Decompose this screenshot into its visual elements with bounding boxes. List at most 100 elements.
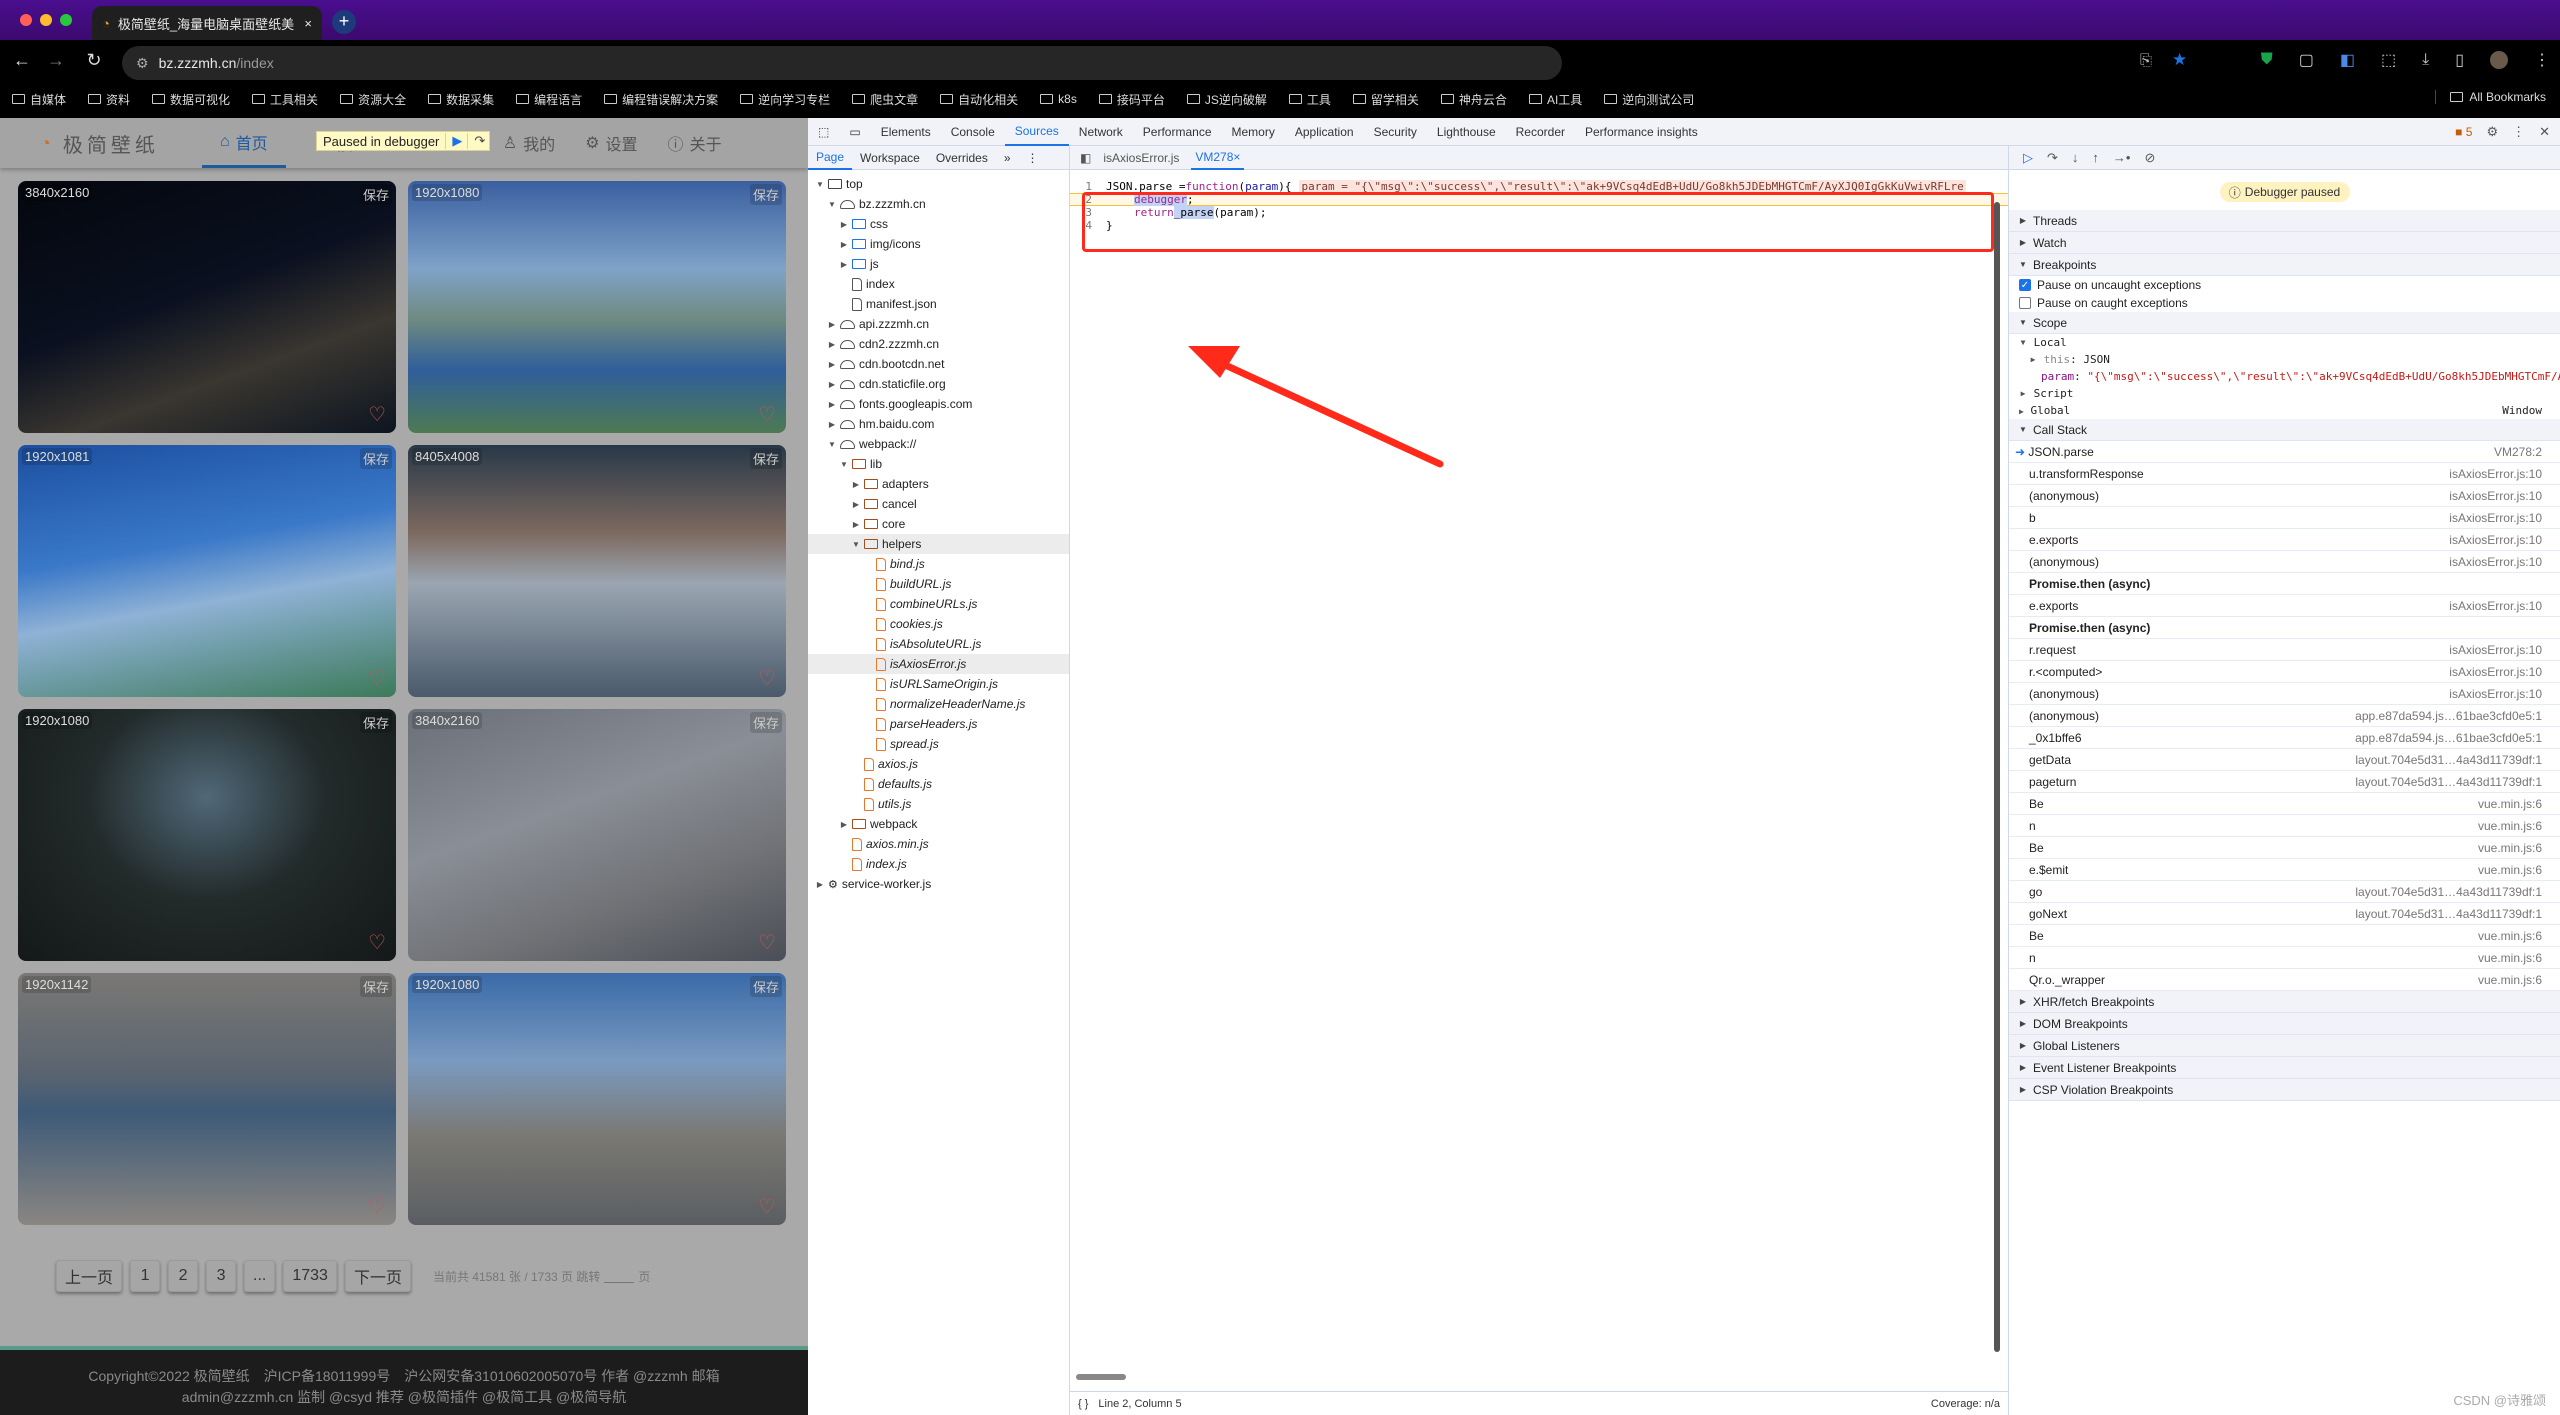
call-frame[interactable]: n vue.min.js:6: [2009, 947, 2560, 969]
tree-item[interactable]: ▼ bz.zzzmh.cn: [808, 194, 1069, 214]
pause-caught-checkbox[interactable]: Pause on caught exceptions: [2009, 294, 2560, 312]
resume-icon[interactable]: ▷: [2023, 150, 2033, 166]
bookmark-folder[interactable]: 逆向测试公司: [1604, 91, 1694, 108]
bookmark-folder[interactable]: 自媒体: [12, 91, 66, 108]
step-out-icon[interactable]: ↑: [2092, 150, 2099, 165]
call-frame[interactable]: (anonymous) isAxiosError.js:10: [2009, 551, 2560, 573]
tree-item[interactable]: ▶ css: [808, 214, 1069, 234]
close-devtools-icon[interactable]: ✕: [2539, 124, 2550, 140]
tree-item[interactable]: axios.js: [808, 754, 1069, 774]
call-frame[interactable]: go layout.704e5d31…4a43d11739df:1: [2009, 881, 2560, 903]
wallpaper-card[interactable]: 1920x1080 保存 ♡: [408, 181, 786, 433]
scope-param[interactable]: param: "{\"msg\":\"success\",\"result\":…: [2009, 368, 2560, 385]
expanded-arrow-icon[interactable]: ▼: [816, 180, 824, 189]
watch-section[interactable]: ▶ Watch: [2009, 232, 2560, 254]
bookmark-folder[interactable]: JS逆向破解: [1186, 91, 1267, 108]
favorite-heart-icon[interactable]: ♡: [758, 1194, 776, 1219]
page-button[interactable]: ...: [244, 1260, 276, 1292]
collapsed-arrow-icon[interactable]: ▶: [852, 480, 860, 489]
browser-tab[interactable]: ◔ 极简壁纸_海量电脑桌面壁纸美 ×: [92, 6, 322, 40]
settings-gear-icon[interactable]: ⚙: [2486, 124, 2498, 140]
more-tabs-icon[interactable]: »: [996, 146, 1019, 170]
bookmark-folder[interactable]: 逆向学习专栏: [740, 91, 830, 108]
collapsed-arrow-icon[interactable]: ▶: [840, 240, 848, 249]
expanded-arrow-icon[interactable]: ▼: [852, 540, 860, 549]
call-frame[interactable]: e.exports isAxiosError.js:10: [2009, 595, 2560, 617]
site-logo[interactable]: ◔ 极简壁纸: [40, 129, 190, 158]
tree-item[interactable]: normalizeHeaderName.js: [808, 694, 1069, 714]
tree-item[interactable]: ▶ api.zzzmh.cn: [808, 314, 1069, 334]
wallpaper-card[interactable]: 3840x2160 保存 ♡: [408, 709, 786, 961]
downloads-icon[interactable]: ⤓: [2422, 51, 2429, 69]
tree-item[interactable]: buildURL.js: [808, 574, 1069, 594]
bookmark-folder[interactable]: k8s: [1040, 92, 1077, 106]
extensions-puzzle-icon[interactable]: ⬚: [2381, 50, 2396, 70]
call-frame[interactable]: goNext layout.704e5d31…4a43d11739df:1: [2009, 903, 2560, 925]
scope-section[interactable]: ▼ Scope: [2009, 312, 2560, 334]
tree-item[interactable]: ▼ lib: [808, 454, 1069, 474]
tree-item[interactable]: isAxiosError.js: [808, 654, 1069, 674]
call-frame[interactable]: b isAxiosError.js:10: [2009, 507, 2560, 529]
call-frame[interactable]: Be vue.min.js:6: [2009, 837, 2560, 859]
bookmark-folder[interactable]: 爬虫文章: [852, 91, 918, 108]
pause-uncaught-checkbox[interactable]: ✓ Pause on uncaught exceptions: [2009, 276, 2560, 294]
favorite-heart-icon[interactable]: ♡: [758, 666, 776, 691]
bookmark-folder[interactable]: 工具相关: [252, 91, 318, 108]
expanded-arrow-icon[interactable]: ▼: [828, 200, 836, 209]
next-page-button[interactable]: 下一页: [344, 1260, 411, 1292]
wallpaper-card[interactable]: 1920x1081 保存 ♡: [18, 445, 396, 697]
prev-page-button[interactable]: 上一页: [56, 1260, 123, 1292]
collapsed-arrow-icon[interactable]: ▶: [828, 320, 836, 329]
bookmark-folder[interactable]: 数据可视化: [152, 91, 230, 108]
tree-item[interactable]: axios.min.js: [808, 834, 1069, 854]
bookmark-folder[interactable]: 编程错误解决方案: [604, 91, 718, 108]
save-button[interactable]: 保存: [749, 448, 782, 469]
bookmark-folder[interactable]: 资料: [88, 91, 130, 108]
collapsed-arrow-icon[interactable]: ▶: [840, 820, 848, 829]
tree-item[interactable]: ▼ helpers: [808, 534, 1069, 554]
install-app-icon[interactable]: ⎘: [2140, 52, 2152, 69]
devtools-tab-recorder[interactable]: Recorder: [1506, 118, 1575, 146]
tree-item[interactable]: ▶ core: [808, 514, 1069, 534]
breakpoints-section[interactable]: ▼ Breakpoints: [2009, 254, 2560, 276]
bookmark-folder[interactable]: 编程语言: [516, 91, 582, 108]
devtools-tab-console[interactable]: Console: [941, 118, 1005, 146]
wallpaper-card[interactable]: 1920x1080 保存 ♡: [408, 973, 786, 1225]
breakpoint-section[interactable]: ▶ Event Listener Breakpoints: [2009, 1057, 2560, 1079]
browser-menu-icon[interactable]: ⋮: [2534, 50, 2550, 70]
call-frame[interactable]: _0x1bffe6 app.e87da594.js…61bae3cfd0e5:1: [2009, 727, 2560, 749]
site-nav-4[interactable]: ⚙ 设置: [585, 118, 637, 168]
save-button[interactable]: 保存: [749, 184, 782, 205]
translate-extension-icon[interactable]: ◧: [2340, 50, 2355, 70]
step-over-icon[interactable]: ↷: [2047, 150, 2058, 166]
call-frame[interactable]: n vue.min.js:6: [2009, 815, 2560, 837]
wallpaper-card[interactable]: 8405x4008 保存 ♡: [408, 445, 786, 697]
all-bookmarks-button[interactable]: All Bookmarks: [2435, 90, 2546, 104]
scope-script[interactable]: ▶ Script: [2009, 385, 2560, 402]
tree-item[interactable]: ▼ top: [808, 174, 1069, 194]
page-button[interactable]: 2: [168, 1260, 199, 1292]
tree-item[interactable]: cookies.js: [808, 614, 1069, 634]
wallpaper-card[interactable]: 1920x1080 保存 ♡: [18, 709, 396, 961]
save-button[interactable]: 保存: [359, 448, 392, 469]
call-frame[interactable]: getData layout.704e5d31…4a43d11739df:1: [2009, 749, 2560, 771]
expanded-arrow-icon[interactable]: ▼: [828, 440, 836, 449]
save-button[interactable]: 保存: [749, 712, 782, 733]
call-frame[interactable]: e.$emit vue.min.js:6: [2009, 859, 2560, 881]
save-button[interactable]: 保存: [359, 184, 392, 205]
forward-icon[interactable]: →: [44, 50, 68, 71]
extension-shield-icon[interactable]: ⛊: [2261, 51, 2273, 69]
collapsed-arrow-icon[interactable]: ▶: [816, 880, 824, 889]
call-frame[interactable]: Qr.o._wrapper vue.min.js:6: [2009, 969, 2560, 991]
tree-item[interactable]: defaults.js: [808, 774, 1069, 794]
address-bar[interactable]: ⚙ bz.zzzmh.cn/index: [122, 46, 1562, 80]
bookmark-folder[interactable]: 工具: [1288, 91, 1331, 108]
tree-item[interactable]: utils.js: [808, 794, 1069, 814]
bookmark-folder[interactable]: 数据采集: [428, 91, 494, 108]
call-frame[interactable]: (anonymous) app.e87da594.js…61bae3cfd0e5:…: [2009, 705, 2560, 727]
editor-vertical-scrollbar[interactable]: [1994, 202, 2000, 1352]
save-button[interactable]: 保存: [359, 976, 392, 997]
step-into-icon[interactable]: ↓: [2072, 150, 2079, 165]
call-frame[interactable]: pageturn layout.704e5d31…4a43d11739df:1: [2009, 771, 2560, 793]
expanded-arrow-icon[interactable]: ▼: [840, 460, 848, 469]
